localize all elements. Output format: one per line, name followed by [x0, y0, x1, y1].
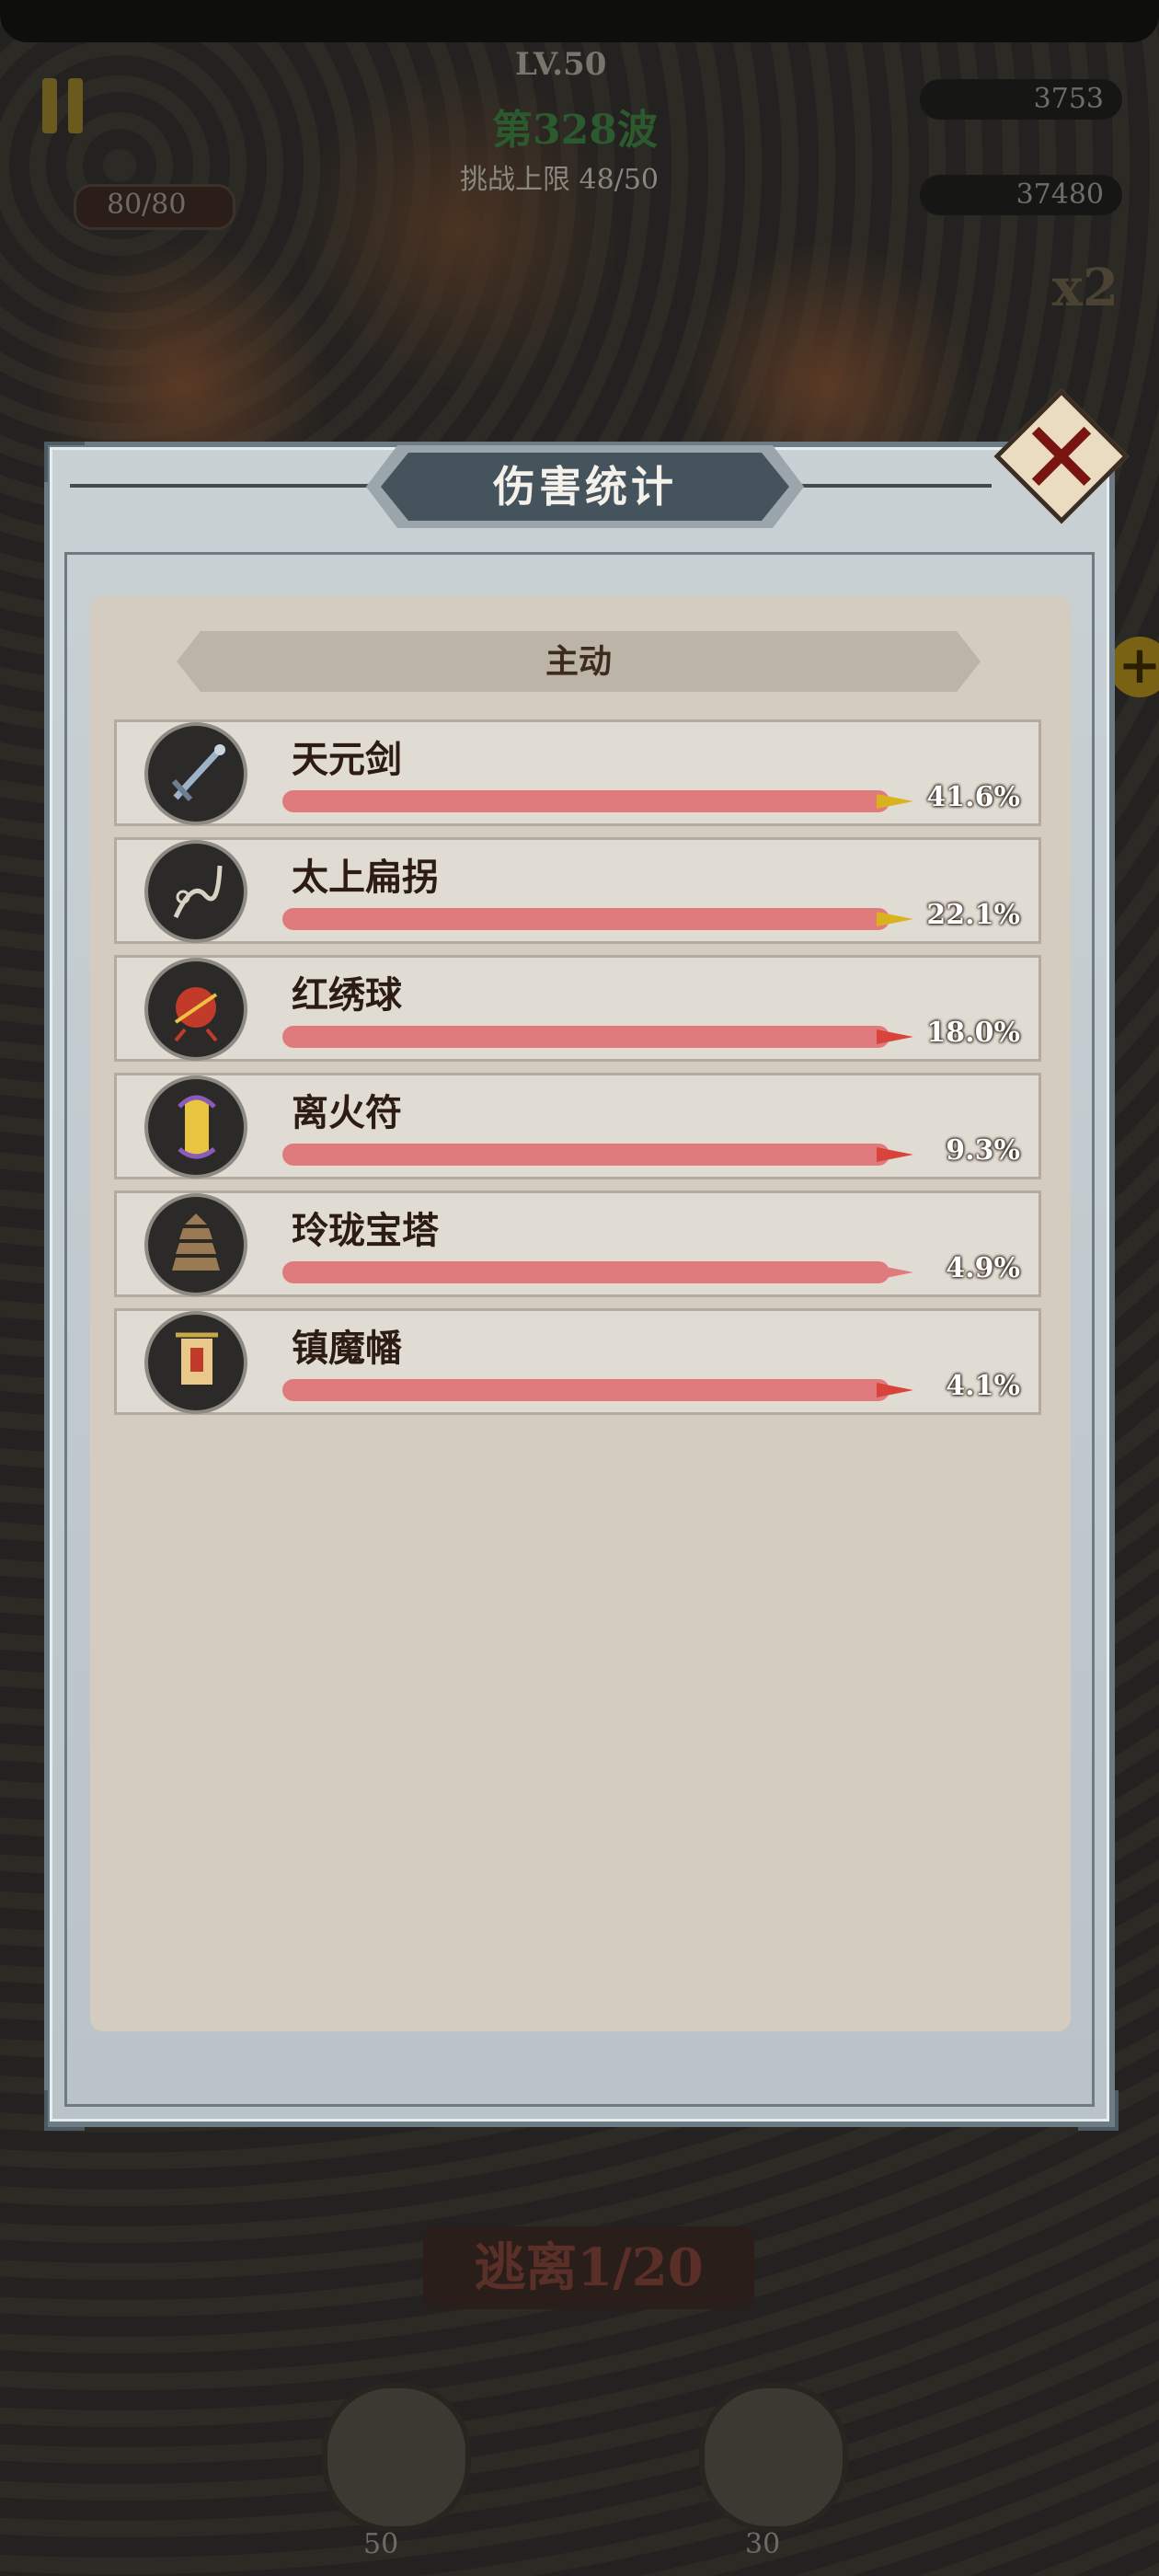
item-name: 镇魔幡 [292, 1327, 402, 1370]
damage-row: 玲珑宝塔 4.9% [114, 1190, 1041, 1297]
damage-row: 离火符 9.3% [114, 1073, 1041, 1179]
damage-percent: 9.3% [946, 1134, 1020, 1167]
title-rule-left [70, 484, 373, 488]
damage-bar-tip [877, 1029, 913, 1044]
damage-bar [282, 1379, 913, 1401]
embroidered-ball-icon [148, 961, 244, 1057]
item-name: 离火符 [292, 1091, 402, 1134]
damage-row: 太上扁拐 22.1% [114, 837, 1041, 944]
damage-bar-fill [282, 1144, 889, 1166]
damage-row: 镇魔幡 4.1% [114, 1308, 1041, 1415]
coin-counter: 3753 [920, 79, 1122, 120]
damage-percent: 4.1% [946, 1370, 1020, 1402]
damage-bar-fill [282, 1379, 889, 1401]
sword-icon [148, 726, 244, 822]
skill-1-cost: 50 [363, 2528, 399, 2560]
level-label: LV.50 [515, 46, 607, 83]
wave-label: 第328波 [492, 107, 658, 154]
damage-bar-tip [877, 794, 913, 809]
damage-percent: 4.9% [946, 1252, 1020, 1284]
fire-talisman-icon [148, 1079, 244, 1175]
damage-bar [282, 1026, 913, 1048]
title-rule-right [798, 484, 992, 488]
dialog-title: 伤害统计 [381, 453, 789, 521]
speed-toggle-button[interactable]: x2 [1052, 258, 1119, 318]
item-name: 红绣球 [292, 973, 402, 1017]
skill-slot-2[interactable] [699, 2383, 848, 2532]
item-name: 太上扁拐 [292, 856, 439, 899]
damage-bar [282, 1144, 913, 1166]
close-button[interactable]: ✕ [993, 388, 1130, 524]
hp-label: 80/80 [107, 189, 187, 221]
banner-icon [148, 1315, 244, 1410]
damage-row: 红绣球 18.0% [114, 955, 1041, 1062]
escape-button[interactable]: 逃离1/20 [423, 2226, 754, 2309]
gem-counter: 37480 [920, 175, 1122, 215]
pause-button[interactable] [37, 78, 92, 133]
section-header-active: 主动 [177, 631, 981, 692]
damage-bar-fill [282, 1261, 889, 1283]
damage-bar-tip [877, 1147, 913, 1162]
skill-slot-1[interactable] [322, 2383, 471, 2532]
skill-2-cost: 30 [745, 2528, 781, 2560]
damage-percent: 22.1% [926, 899, 1020, 931]
top-bar [0, 0, 1159, 42]
damage-bar [282, 790, 913, 812]
damage-bar-tip [877, 1265, 913, 1280]
pagoda-icon [148, 1197, 244, 1293]
staff-icon [148, 844, 244, 939]
damage-bar-fill [282, 790, 889, 812]
damage-bar [282, 908, 913, 930]
damage-bar-fill [282, 908, 889, 930]
damage-row: 天元剑 41.6% [114, 719, 1041, 826]
challenge-limit-label: 挑战上限 48/50 [460, 164, 659, 196]
damage-percent: 18.0% [926, 1017, 1020, 1049]
item-name: 玲珑宝塔 [292, 1209, 439, 1252]
damage-bar-tip [877, 1383, 913, 1397]
damage-bar [282, 1261, 913, 1283]
damage-bar-fill [282, 1026, 889, 1048]
close-icon: ✕ [1018, 399, 1105, 517]
damage-bar-tip [877, 912, 913, 926]
item-name: 天元剑 [292, 738, 402, 781]
panel-corner-ornament [44, 442, 85, 482]
damage-percent: 41.6% [926, 781, 1020, 813]
